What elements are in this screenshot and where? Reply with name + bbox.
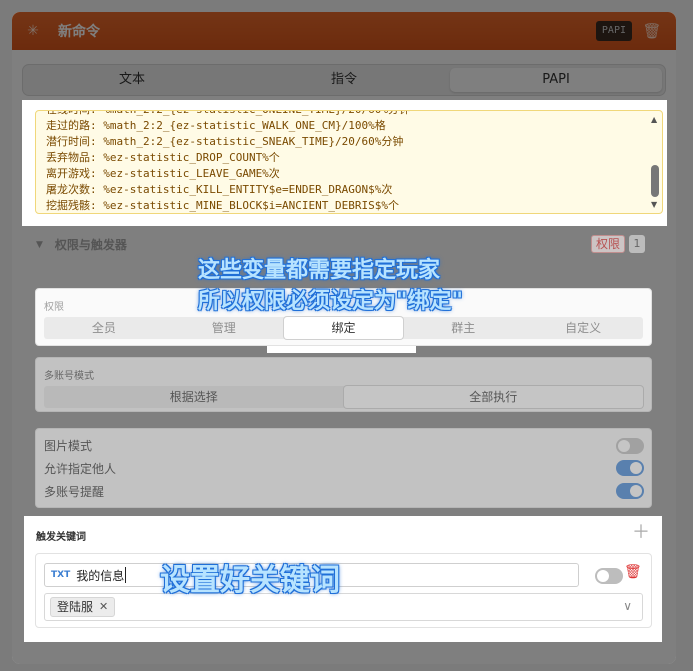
toggle-knob [630,462,642,474]
annotation-keyword-note: 设置好关键词 [160,563,340,598]
options-card: 图片模式 允许指定他人 多账号提醒 [35,428,652,508]
command-icon: ✳ [27,23,39,39]
add-keyword-icon[interactable]: ＋ [632,524,650,542]
papi-code-editor[interactable]: 在线时间: %math_2:2_{ez-statistic_ONLINE_TIM… [35,110,663,214]
toggle-knob [618,440,630,452]
server-tag-select[interactable]: 登陆服 ✕ ∨ [44,593,643,621]
multi-account-card: 多账号模式 根据选择 全部执行 [35,357,652,412]
multi-account-option-all[interactable]: 全部执行 [343,386,643,408]
trigger-keywords-title: 触发关键词 [36,532,86,543]
code-scrollbar[interactable]: ▲ ▼ [648,111,662,213]
permission-selector: 全员 管理 绑定 群主 自定义 [44,317,643,339]
multi-account-reminder-toggle[interactable] [616,483,644,499]
title-bar: ✳ 新命令 PAPI 🗑 [12,12,676,50]
remove-tag-icon[interactable]: ✕ [99,598,108,616]
chevron-down-icon[interactable]: ∨ [623,599,632,613]
allow-others-toggle[interactable] [616,460,644,476]
code-line: 挖掘残骸: %ez-statistic_MINE_BLOCK$i=ANCIENT… [46,199,400,212]
delete-command-icon[interactable]: 🗑 [642,21,662,41]
permission-tag: 权限 [591,235,626,253]
annotation-permission-note: 所以权限必须设定为"绑定" [198,289,463,314]
scroll-up-icon[interactable]: ▲ [651,115,657,124]
permission-label: 权限 [44,302,64,313]
tab-papi[interactable]: PAPI [450,68,662,92]
multi-account-selector: 根据选择 全部执行 [44,386,643,408]
multi-account-label: 多账号模式 [44,371,94,382]
keyword-value: 我的信息 [76,568,125,583]
toggle-knob [597,570,609,582]
code-line: 丢弃物品: %ez-statistic_DROP_COUNT%个 [46,151,280,164]
keyword-regex-toggle[interactable] [595,568,623,584]
permissions-section-header[interactable]: ▼ 权限与触发器 [36,236,127,253]
multi-account-option-select[interactable]: 根据选择 [44,386,344,408]
code-line: 走过的路: %math_2:2_{ez-statistic_WALK_ONE_C… [46,119,386,132]
code-line: 在线时间: %math_2:2_{ez-statistic_ONLINE_TIM… [46,111,640,118]
toggle-knob [630,485,642,497]
papi-badge: PAPI [595,21,632,41]
text-type-badge[interactable]: TXT [51,570,70,580]
server-tag-label: 登陆服 [57,600,94,614]
code-line: 离开游戏: %ez-statistic_LEAVE_GAME%次 [46,167,280,180]
mode-tabs: 文本 指令 PAPI [22,64,666,96]
scroll-thumb[interactable] [651,165,659,197]
permission-option-bind[interactable]: 绑定 [283,317,404,339]
delete-keyword-icon[interactable]: 🗑 [624,564,642,580]
window-title: 新命令 [58,24,100,40]
code-lines: 在线时间: %math_2:2_{ez-statistic_ONLINE_TIM… [46,111,640,213]
scroll-down-icon[interactable]: ▼ [651,200,657,209]
code-line: 屠龙次数: %ez-statistic_KILL_ENTITY$e=ENDER_… [46,183,393,196]
keyword-card: TXT 我的信息 🗑 登陆服 ✕ ∨ [35,553,652,628]
permission-count-badge: 1 [629,235,645,253]
server-tag: 登陆服 ✕ [50,597,116,617]
toggle-label-allow-others: 允许指定他人 [44,462,117,476]
section-title: 权限与触发器 [54,238,127,252]
text-caret [125,567,127,583]
permission-option-admin[interactable]: 管理 [164,317,284,339]
permission-option-custom[interactable]: 自定义 [523,317,643,339]
tab-command[interactable]: 指令 [238,68,450,92]
image-mode-toggle[interactable] [616,438,644,454]
toggle-label-image-mode: 图片模式 [44,439,93,453]
permission-option-all[interactable]: 全员 [44,317,164,339]
permission-option-owner[interactable]: 群主 [403,317,523,339]
tab-text[interactable]: 文本 [26,68,238,92]
toggle-label-multi-account-reminder: 多账号提醒 [44,485,105,499]
annotation-variables-note: 这些变量都需要指定玩家 [198,258,441,283]
code-line: 潜行时间: %math_2:2_{ez-statistic_SNEAK_TIME… [46,135,404,148]
chevron-down-icon: ▼ [36,239,43,250]
